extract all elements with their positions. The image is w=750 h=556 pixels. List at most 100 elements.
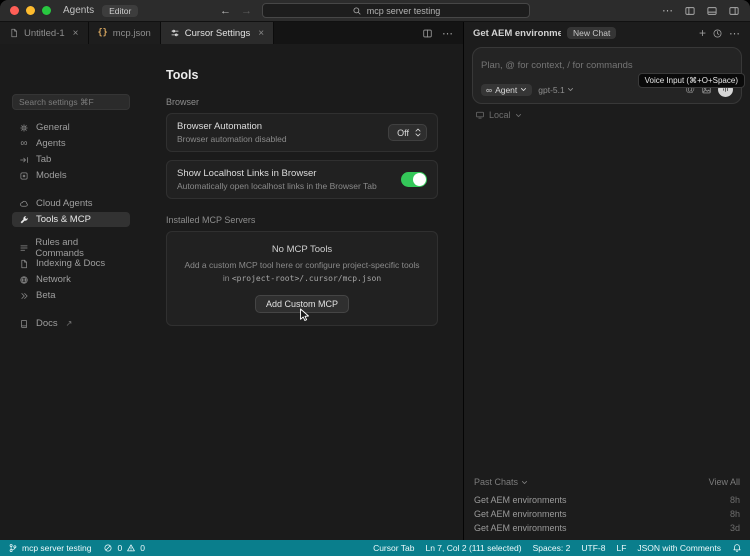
sidebar-item-label: Indexing & Docs: [36, 258, 106, 269]
scope-label: Local: [489, 110, 511, 120]
new-chat-tab[interactable]: New Chat: [567, 27, 617, 39]
sidebar-item-label: Models: [36, 170, 67, 181]
titlebar-search-text: mcp server testing: [366, 5, 441, 16]
sidebar-item-rules-commands[interactable]: Rules and Commands: [12, 237, 130, 259]
tab-mcp-json[interactable]: {} mcp.json: [88, 22, 161, 44]
sidebar-item-network[interactable]: Network: [12, 272, 130, 287]
traffic-lights: [10, 6, 51, 15]
sidebar-item-docs[interactable]: Docs ↗: [12, 316, 130, 331]
agent-mode-selector[interactable]: ∞ Agent: [481, 83, 533, 96]
file-icon: [9, 28, 19, 38]
split-editor-icon[interactable]: [422, 28, 433, 39]
infinity-icon: ∞: [486, 84, 493, 95]
zoom-window-button[interactable]: [42, 6, 51, 15]
panel-left-icon[interactable]: [684, 5, 696, 17]
past-chat-item[interactable]: Get AEM environments 8h: [474, 507, 740, 521]
sidebar-item-label: Docs: [36, 318, 58, 329]
branch-name: mcp server testing: [22, 543, 92, 553]
diagnostics-indicator[interactable]: 0 0: [103, 543, 145, 553]
settings-sidebar: General ∞ Agents Tab Models: [0, 44, 140, 540]
sidebar-item-agents[interactable]: ∞ Agents: [12, 136, 130, 151]
tab-label: Cursor Settings: [184, 27, 251, 39]
chevrons-right-icon: [18, 291, 30, 301]
model-selector[interactable]: gpt-5.1: [538, 85, 573, 95]
status-eol[interactable]: LF: [616, 543, 626, 553]
tab-close-icon[interactable]: ×: [73, 28, 79, 39]
history-icon[interactable]: [712, 28, 723, 39]
more-actions-icon[interactable]: ⋯: [662, 4, 674, 17]
status-indentation[interactable]: Spaces: 2: [533, 543, 571, 553]
branch-indicator[interactable]: mcp server testing: [8, 543, 91, 553]
agent-mode-label: Agent: [495, 84, 518, 95]
editor-more-icon[interactable]: ⋯: [442, 27, 454, 40]
settings-search-input[interactable]: [12, 94, 130, 110]
past-chats-title[interactable]: Past Chats: [474, 477, 518, 487]
errors-icon: [104, 544, 112, 552]
browser-automation-subtitle: Browser automation disabled: [177, 134, 287, 144]
voice-input-tooltip: Voice Input (⌘+O+Space): [637, 73, 745, 88]
past-chats-section: Past Chats View All Get AEM environments…: [464, 477, 750, 540]
tab-label: Untitled-1: [24, 27, 65, 39]
status-bar: mcp server testing 0 0 Cursor Tab Ln 7, …: [0, 540, 750, 556]
document-icon: [18, 259, 30, 269]
workspace-scope-selector[interactable]: Local: [475, 110, 739, 120]
close-window-button[interactable]: [10, 6, 19, 15]
sidebar-item-label: Agents: [36, 138, 66, 149]
tab-close-icon[interactable]: ×: [258, 28, 264, 39]
sidebar-item-label: Beta: [36, 290, 56, 301]
sidebar-item-models[interactable]: Models: [12, 168, 130, 183]
select-value: Off: [397, 127, 409, 138]
book-icon: [18, 319, 30, 329]
view-all-link[interactable]: View All: [709, 477, 740, 487]
sidebar-item-tools-mcp[interactable]: Tools & MCP: [12, 212, 130, 227]
page-title: Tools: [166, 68, 199, 82]
external-link-icon: ↗: [65, 319, 73, 328]
cloud-icon: [18, 199, 30, 209]
new-chat-button[interactable]: +: [699, 27, 706, 39]
localhost-links-subtitle: Automatically open localhost links in th…: [177, 181, 377, 191]
globe-icon: [18, 275, 30, 285]
bell-icon[interactable]: [732, 543, 742, 553]
browser-automation-row: Browser Automation Browser automation di…: [166, 113, 438, 152]
browser-automation-title: Browser Automation: [177, 121, 263, 132]
sidebar-item-cloud-agents[interactable]: Cloud Agents: [12, 196, 130, 211]
past-chat-time: 8h: [729, 495, 740, 505]
sidebar-item-general[interactable]: General: [12, 120, 130, 135]
tab-cursor-settings[interactable]: Cursor Settings ×: [160, 22, 275, 44]
status-language-mode[interactable]: JSON with Comments: [637, 543, 721, 553]
editor-mode-badge[interactable]: Editor: [102, 4, 139, 17]
past-chat-item[interactable]: Get AEM environments 3d: [474, 521, 740, 535]
back-arrow-icon[interactable]: ←: [220, 5, 231, 17]
chat-more-icon[interactable]: ⋯: [729, 27, 741, 40]
sidebar-item-label: General: [36, 122, 70, 133]
past-chat-item[interactable]: Get AEM environments 8h: [474, 493, 740, 507]
gear-icon: [18, 123, 30, 133]
browser-automation-select[interactable]: Off: [388, 124, 427, 141]
status-cursor-position[interactable]: Ln 7, Col 2 (111 selected): [425, 543, 521, 553]
tab-untitled-1[interactable]: Untitled-1 ×: [0, 22, 89, 44]
sidebar-item-label: Tab: [36, 154, 52, 165]
chevron-down-icon: [521, 88, 527, 91]
chat-title[interactable]: Get AEM environments: [473, 28, 561, 39]
browser-section-label: Browser: [166, 97, 200, 107]
tab-label: mcp.json: [112, 27, 151, 39]
chat-header: Get AEM environments New Chat + ⋯: [464, 22, 750, 44]
warnings-count: 0: [140, 543, 145, 553]
panel-right-icon[interactable]: [728, 5, 740, 17]
agent-chat-panel: Get AEM environments New Chat + ⋯ ∞ Agen…: [464, 22, 750, 540]
local-machine-icon: [475, 110, 485, 120]
status-cursor-tab[interactable]: Cursor Tab: [373, 543, 414, 553]
titlebar-search[interactable]: mcp server testing: [262, 3, 530, 18]
mcp-empty-title: No MCP Tools: [271, 244, 333, 255]
sidebar-item-beta[interactable]: Beta: [12, 288, 130, 303]
sidebar-item-label: Rules and Commands: [35, 236, 84, 259]
forward-arrow-icon[interactable]: →: [241, 5, 252, 17]
minimize-window-button[interactable]: [26, 6, 35, 15]
panel-bottom-icon[interactable]: [706, 5, 718, 17]
localhost-links-toggle[interactable]: [401, 172, 427, 187]
chat-input[interactable]: [481, 60, 733, 71]
json-braces-icon: {}: [97, 28, 108, 38]
status-encoding[interactable]: UTF-8: [581, 543, 605, 553]
sidebar-item-tab[interactable]: Tab: [12, 152, 130, 167]
agents-label: Agents: [63, 5, 95, 16]
